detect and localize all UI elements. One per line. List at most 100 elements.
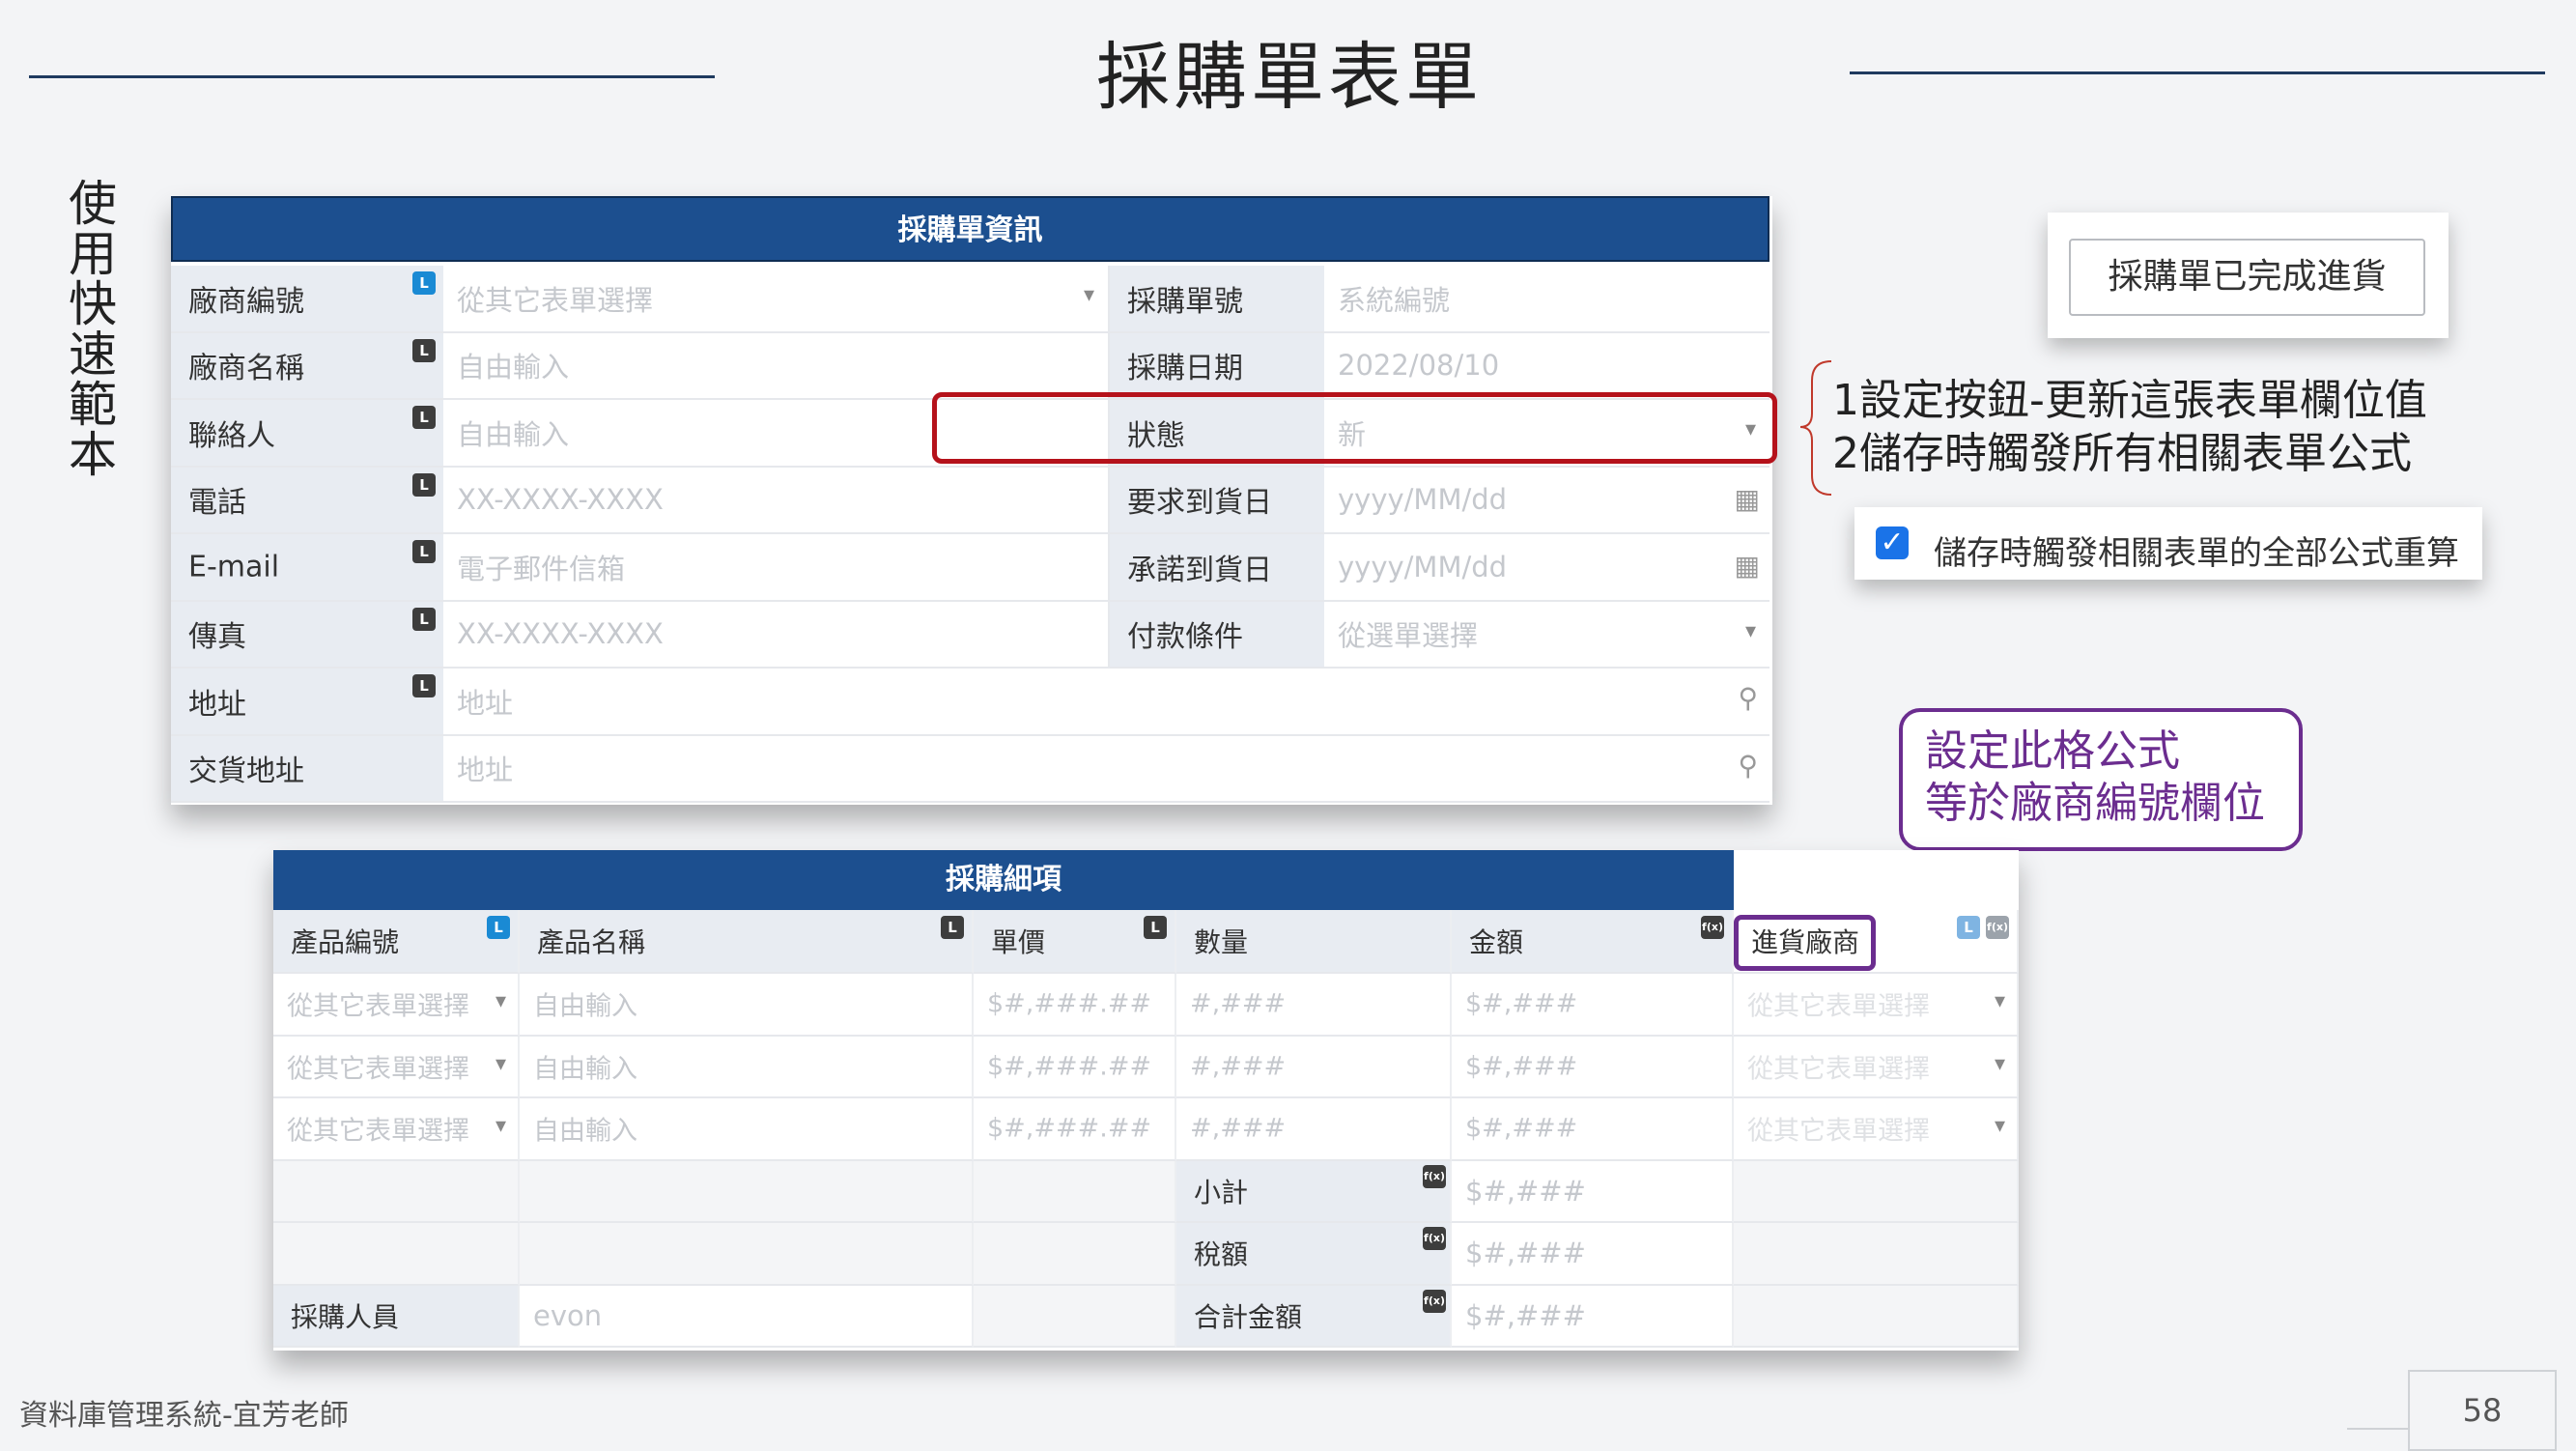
field-input[interactable]: 從選單選擇 ▾: [1324, 601, 1769, 669]
field-input[interactable]: yyyy/MM/dd ▦: [1324, 534, 1769, 602]
column-header: 金額 f(x): [1452, 910, 1734, 974]
table-cell-text: 從其它表單選擇: [1747, 991, 1930, 1022]
table-cell[interactable]: 自由輸入: [520, 1036, 974, 1098]
field-input-text: yyyy/MM/dd: [1338, 483, 1508, 517]
field-input[interactable]: 地址 ⚲: [443, 669, 1769, 736]
chevron-down-icon[interactable]: ▾: [1995, 989, 2005, 1013]
table-cell-text: #,###: [1190, 988, 1287, 1019]
field-input[interactable]: 自由輸入: [443, 332, 1110, 400]
speech-line-1: 設定此格公式: [1925, 726, 2180, 776]
table-cell[interactable]: $#,###: [1452, 1098, 1734, 1161]
table-cell-text: 從其它表單選擇: [287, 1054, 469, 1085]
field-input-text: 2022/08/10: [1338, 349, 1500, 383]
complete-button[interactable]: 採購單已完成進貨: [2069, 239, 2425, 316]
chevron-down-icon[interactable]: ▾: [495, 989, 506, 1013]
column-header-text: 產品編號: [291, 926, 400, 958]
field-label: 交貨地址: [171, 735, 443, 803]
title-rule-left: [29, 75, 715, 78]
recalc-checkbox[interactable]: ✓: [1876, 526, 1909, 559]
lookup-badge-icon: L: [412, 674, 436, 697]
field-label-text: 電話: [188, 486, 246, 521]
field-input[interactable]: 從其它表單選擇 ▾: [443, 266, 1110, 333]
table-cell[interactable]: 從其它表單選擇 ▾: [1734, 974, 2019, 1037]
status-row-highlight: [932, 392, 1777, 464]
chevron-down-icon[interactable]: ▾: [1995, 1052, 2005, 1076]
lookup-badge-icon: L: [487, 916, 510, 939]
field-input[interactable]: XX-XXXX-XXXX: [443, 601, 1110, 669]
lookup-badge-icon: L: [412, 338, 436, 362]
field-label-text: 採購日期: [1127, 352, 1243, 386]
total-value[interactable]: $#,###: [1452, 1285, 1734, 1348]
lookup-badge-icon: L: [1957, 916, 1980, 939]
slide-title: 採購單表單: [1096, 34, 1483, 120]
column-header: 單價 L: [974, 910, 1176, 974]
field-input[interactable]: 地址 ⚲: [443, 735, 1769, 803]
chevron-down-icon[interactable]: ▾: [1995, 1114, 2005, 1138]
title-rule-right: [1850, 71, 2545, 74]
recalc-checkbox-label: 儲存時觸發相關表單的全部公式重算: [1934, 534, 2459, 573]
table-cell[interactable]: 從其它表單選擇 ▾: [273, 974, 520, 1037]
field-input[interactable]: XX-XXXX-XXXX: [443, 467, 1110, 534]
page-number: 58: [2408, 1370, 2557, 1451]
field-input-text: XX-XXXX-XXXX: [457, 483, 664, 517]
table-cell[interactable]: 自由輸入: [520, 1098, 974, 1161]
table-cell[interactable]: 從其它表單選擇 ▾: [1734, 1098, 2019, 1161]
note-2: 2儲存時觸發所有相關表單公式: [1832, 429, 2412, 478]
total-value-text: $#,###: [1465, 1174, 1586, 1208]
purchase-detail-header: 採購細項: [273, 850, 1734, 910]
field-input-text: 電子郵件信箱: [457, 552, 626, 585]
field-input[interactable]: 系統編號: [1324, 266, 1769, 333]
field-label: 要求到貨日: [1110, 467, 1324, 534]
lookup-badge-icon: L: [412, 607, 436, 631]
field-input[interactable]: 2022/08/10: [1324, 332, 1769, 400]
total-label-text: 稅額: [1194, 1238, 1249, 1271]
empty-cell: [974, 1223, 1176, 1286]
footer-credit: 資料庫管理系統-宜芳老師: [19, 1399, 349, 1433]
table-cell[interactable]: $#,###.##: [974, 974, 1176, 1037]
column-header-text: 數量: [1194, 926, 1249, 958]
chevron-down-icon[interactable]: ▾: [495, 1052, 506, 1076]
chevron-down-icon[interactable]: ▾: [1745, 619, 1756, 643]
field-label-text: 地址: [188, 687, 246, 722]
column-header: 產品名稱 L: [520, 910, 974, 974]
buyer-label: 採購人員: [273, 1285, 520, 1348]
table-cell-text: #,###: [1190, 1113, 1287, 1144]
empty-cell: [520, 1223, 974, 1286]
table-cell[interactable]: $#,###: [1452, 974, 1734, 1037]
field-label: 採購單號: [1110, 266, 1324, 333]
column-header-text: 單價: [991, 926, 1046, 958]
column-header: 數量: [1176, 910, 1452, 974]
table-cell[interactable]: 從其它表單選擇 ▾: [1734, 1036, 2019, 1098]
supplier-column-highlight: [1734, 915, 1876, 971]
table-cell[interactable]: #,###: [1176, 1036, 1452, 1098]
field-label-text: 廠商名稱: [188, 352, 304, 386]
calendar-icon[interactable]: ▦: [1735, 483, 1760, 515]
chevron-down-icon[interactable]: ▾: [495, 1114, 506, 1138]
field-input[interactable]: 電子郵件信箱: [443, 534, 1110, 602]
total-value[interactable]: $#,###: [1452, 1160, 1734, 1223]
empty-cell: [273, 1223, 520, 1286]
table-cell[interactable]: $#,###.##: [974, 1036, 1176, 1098]
table-cell[interactable]: 自由輸入: [520, 974, 974, 1037]
total-value[interactable]: $#,###: [1452, 1223, 1734, 1286]
chevron-down-icon[interactable]: ▾: [1084, 283, 1094, 307]
map-pin-icon[interactable]: ⚲: [1738, 682, 1758, 714]
field-input[interactable]: yyyy/MM/dd ▦: [1324, 467, 1769, 534]
lookup-badge-icon: L: [412, 271, 436, 295]
empty-cell: [974, 1285, 1176, 1348]
table-cell[interactable]: $#,###.##: [974, 1098, 1176, 1161]
table-cell[interactable]: #,###: [1176, 1098, 1452, 1161]
field-label-text: 聯絡人: [188, 418, 275, 453]
field-label-text: 要求到貨日: [1127, 486, 1272, 521]
buyer-input[interactable]: evon: [520, 1285, 974, 1348]
table-cell[interactable]: $#,###: [1452, 1036, 1734, 1098]
field-label: 廠商編號 L: [171, 266, 443, 333]
table-cell[interactable]: 從其它表單選擇 ▾: [273, 1036, 520, 1098]
table-cell[interactable]: #,###: [1176, 974, 1452, 1037]
table-cell-text: 從其它表單選擇: [1747, 1116, 1930, 1147]
lookup-badge-icon: L: [412, 540, 436, 563]
total-label-text: 小計: [1194, 1176, 1249, 1209]
map-pin-icon[interactable]: ⚲: [1738, 750, 1758, 782]
table-cell[interactable]: 從其它表單選擇 ▾: [273, 1098, 520, 1161]
calendar-icon[interactable]: ▦: [1735, 550, 1760, 582]
